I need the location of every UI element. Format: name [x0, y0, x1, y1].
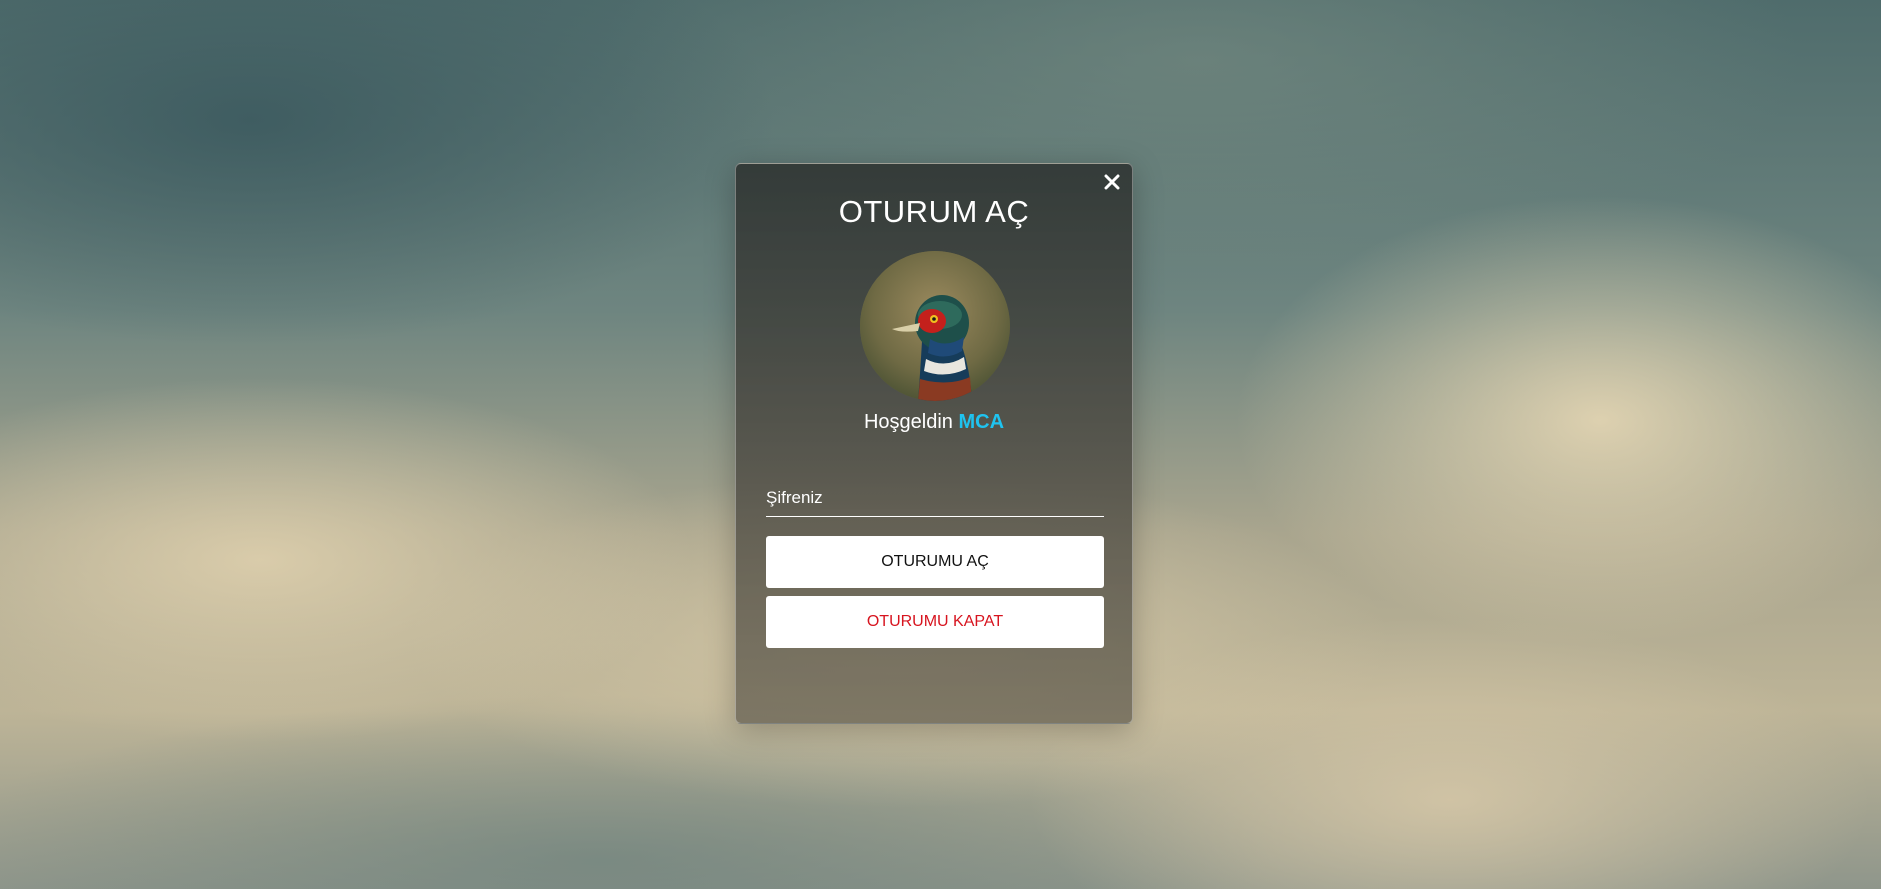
welcome-message: Hoşgeldin MCA [736, 411, 1132, 434]
modal-title: OTURUM AÇ [838, 194, 1030, 229]
avatar [860, 251, 1010, 401]
close-button[interactable] [1100, 170, 1124, 194]
close-icon [1104, 174, 1120, 190]
username-label: MCA [958, 411, 1005, 433]
bird-avatar-image [860, 251, 1010, 401]
password-input[interactable] [766, 479, 1104, 517]
welcome-prefix: Hoşgeldin [863, 411, 953, 433]
logout-button[interactable]: OTURUMU KAPAT [766, 596, 1104, 648]
login-modal: OTURUM AÇ Hoşgeldin MCA OTURUMU AÇ OTURU… [735, 163, 1133, 724]
login-button[interactable]: OTURUMU AÇ [766, 536, 1104, 588]
